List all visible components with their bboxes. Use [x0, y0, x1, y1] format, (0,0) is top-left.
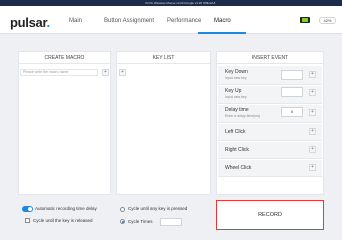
- wheel-click-row: Wheel Click +: [218, 160, 322, 177]
- key-down-row: Key Down Input new key +: [218, 66, 322, 85]
- right-click-label: Right Click: [225, 147, 249, 153]
- cycle-until-released-label: Cycle until the key is released: [33, 218, 93, 223]
- create-macro-title: CREATE MACRO: [19, 52, 110, 64]
- cycle-times-label: Cycle Times: [128, 219, 153, 224]
- macro-name-input[interactable]: Please write the macro name: [20, 69, 98, 76]
- key-up-row: Key Up Input new key +: [218, 86, 322, 104]
- key-list-add-button[interactable]: +: [119, 69, 126, 76]
- key-up-input[interactable]: [281, 87, 303, 97]
- tab-main[interactable]: Main: [69, 18, 82, 24]
- left-click-row: Left Click +: [218, 124, 322, 141]
- key-down-label: Key Down: [225, 69, 248, 75]
- active-tab-indicator: [198, 32, 246, 34]
- left-click-label: Left Click: [225, 129, 246, 135]
- add-key-up-button[interactable]: +: [309, 89, 316, 96]
- insert-event-panel: INSERT EVENT Key Down Input new key + Ke…: [216, 51, 324, 195]
- delay-hint: Enter a delay time(ms): [225, 114, 261, 118]
- record-button[interactable]: RECORD: [216, 200, 324, 230]
- add-left-click-button[interactable]: +: [309, 128, 316, 135]
- key-list-title: KEY LIST: [117, 52, 210, 64]
- insert-event-title: INSERT EVENT: [217, 52, 323, 64]
- cycle-until-released-checkbox[interactable]: [25, 218, 30, 223]
- right-click-row: Right Click +: [218, 142, 322, 159]
- app-header: pulsar. Main Button Assignment Performan…: [0, 6, 342, 34]
- key-up-label: Key Up: [225, 88, 242, 94]
- auto-delay-toggle[interactable]: [22, 206, 33, 212]
- auto-delay-label: Automatic recording time delay: [35, 206, 97, 211]
- add-wheel-click-button[interactable]: +: [309, 164, 316, 171]
- key-down-input[interactable]: [281, 70, 303, 80]
- tab-macro[interactable]: Macro: [214, 18, 231, 24]
- add-macro-button[interactable]: +: [102, 69, 109, 76]
- add-delay-button[interactable]: +: [309, 109, 316, 116]
- pulsar-logo: pulsar.: [10, 15, 50, 30]
- key-down-hint: Input new key: [225, 76, 247, 80]
- battery-level: 42%: [319, 17, 336, 24]
- tab-performance[interactable]: Performance: [167, 18, 201, 24]
- add-right-click-button[interactable]: +: [309, 146, 316, 153]
- add-key-down-button[interactable]: +: [309, 71, 316, 78]
- delay-input[interactable]: 0: [281, 107, 303, 117]
- battery-icon: [300, 17, 310, 23]
- cycle-times-input[interactable]: [160, 218, 182, 226]
- wheel-click-label: Wheel Click: [225, 165, 252, 171]
- delay-label: Delay time: [225, 107, 249, 113]
- cycle-until-pressed-label: Cycle until any key is pressed: [128, 206, 188, 211]
- cycle-until-pressed-radio[interactable]: [120, 207, 125, 212]
- key-up-hint: Input new key: [225, 95, 247, 99]
- delay-row: Delay time Enter a delay time(ms) 0 +: [218, 105, 322, 123]
- cycle-times-radio[interactable]: [120, 219, 125, 224]
- create-macro-panel: CREATE MACRO Please write the macro name…: [18, 51, 111, 195]
- key-list-panel: KEY LIST +: [116, 51, 211, 195]
- tab-button-assignment[interactable]: Button Assignment: [104, 18, 154, 24]
